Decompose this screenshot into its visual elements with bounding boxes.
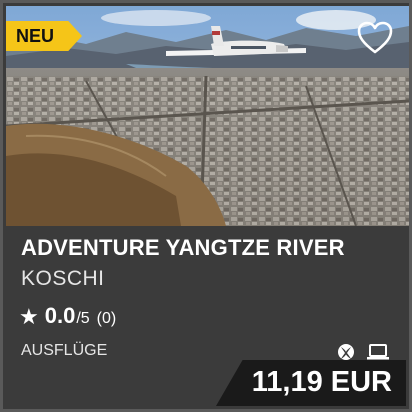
category-label: AUSFLÜGE xyxy=(21,342,108,359)
price: 11,19 EUR xyxy=(251,366,392,398)
rating-score: 0.0 xyxy=(44,303,76,328)
new-badge: NEU xyxy=(6,21,82,51)
heart-icon[interactable] xyxy=(357,21,393,55)
rating-max: /5 xyxy=(76,310,90,327)
price-tag[interactable]: 11,19 EUR xyxy=(216,360,406,406)
rating-count: (0) xyxy=(96,310,117,327)
publisher-name: KOSCHI xyxy=(21,267,105,290)
product-card[interactable]: NEU ADVENTURE YANGTZE RIVER KOSCHI ★ 0.0… xyxy=(0,0,412,412)
product-title: ADVENTURE YANGTZE RIVER xyxy=(21,235,345,260)
rating: ★ 0.0 /5 (0) xyxy=(19,303,116,329)
star-icon: ★ xyxy=(19,304,39,329)
